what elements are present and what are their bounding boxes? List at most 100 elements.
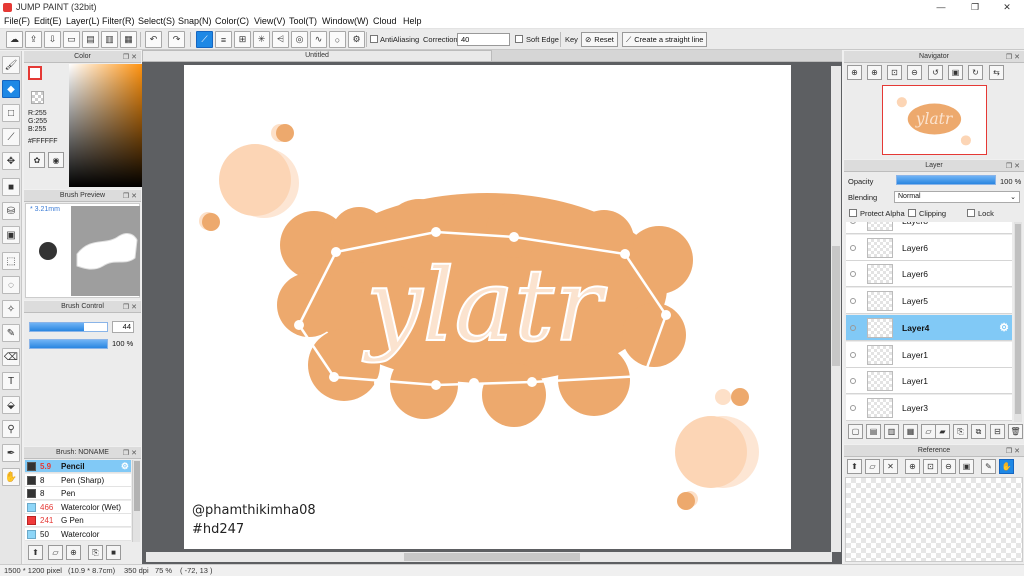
maximize-button[interactable]: ❐: [960, 1, 990, 14]
horizontal-scroll-thumb[interactable]: [404, 553, 580, 561]
menu-tool[interactable]: Tool(T): [289, 16, 317, 26]
color-picker-icon[interactable]: ◉: [48, 152, 64, 168]
layer-row[interactable]: Layer5: [846, 288, 1012, 315]
visibility-icon[interactable]: [850, 351, 856, 358]
brush-size-input[interactable]: 44: [112, 321, 134, 333]
layer-row[interactable]: Layer1: [846, 368, 1012, 395]
brush-item[interactable]: 241 G Pen: [25, 514, 131, 527]
bucket-select-tool-icon[interactable]: ⬙: [2, 396, 20, 414]
reference-fit-icon[interactable]: ▣: [959, 459, 974, 474]
new-layer-icon[interactable]: ▢: [848, 424, 863, 439]
redo-icon[interactable]: ↷: [168, 31, 185, 48]
brush-folder-icon[interactable]: ▱: [48, 545, 63, 560]
brush-size-slider[interactable]: [29, 322, 108, 332]
snap-off-icon[interactable]: ⟋: [196, 31, 213, 48]
hand-tool-icon[interactable]: ✋: [2, 468, 20, 486]
brush-copy-icon[interactable]: ⎘: [88, 545, 103, 560]
select-pen-tool-icon[interactable]: ✎: [2, 324, 20, 342]
layer-row[interactable]: Layer6: [846, 261, 1012, 288]
foreground-color-swatch[interactable]: [28, 66, 42, 80]
select-eraser-tool-icon[interactable]: ⌫: [2, 348, 20, 366]
new-layer-8bit-icon[interactable]: ▤: [866, 424, 881, 439]
fit-window-icon[interactable]: ▣: [948, 65, 963, 80]
saturation-value-picker[interactable]: [69, 64, 147, 187]
menu-cloud[interactable]: Cloud: [373, 16, 397, 26]
merge-layer-icon[interactable]: ⧉: [971, 424, 986, 439]
perspective-snap-icon[interactable]: ⩤: [272, 31, 289, 48]
visibility-icon[interactable]: [850, 271, 856, 278]
zoom-in-icon[interactable]: ⊕: [867, 65, 882, 80]
brush-item[interactable]: 5.9 Pencil ⚙: [25, 460, 131, 473]
panel-window-icons[interactable]: ❐✕: [123, 448, 139, 459]
protect-alpha-checkbox[interactable]: [849, 209, 857, 217]
visibility-icon[interactable]: [850, 324, 856, 331]
select-rect-tool-icon[interactable]: ⬚: [2, 252, 20, 270]
straight-line-button[interactable]: ⟋ Create a straight line: [622, 32, 708, 47]
canvas-vertical-scrollbar[interactable]: [831, 66, 841, 552]
clipping-checkbox[interactable]: [908, 209, 916, 217]
grid-snap-icon[interactable]: ⊞: [234, 31, 251, 48]
panel-window-icons[interactable]: ❐✕: [123, 191, 139, 202]
menu-select[interactable]: Select(S): [138, 16, 175, 26]
menu-file[interactable]: File(F): [4, 16, 30, 26]
layer-row[interactable]: Layer3: [846, 394, 1012, 421]
reference-close-icon[interactable]: ✕: [883, 459, 898, 474]
vertical-scroll-thumb[interactable]: [832, 246, 840, 366]
rotate-right-icon[interactable]: ↻: [968, 65, 983, 80]
reference-eyedropper-icon[interactable]: ✎: [981, 459, 996, 474]
brush-item[interactable]: 8 Pen: [25, 487, 131, 500]
eraser-tool-icon[interactable]: ◆: [2, 80, 20, 98]
color-palette-icon[interactable]: ✿: [29, 152, 45, 168]
text-tool-icon[interactable]: T: [2, 372, 20, 390]
reference-zoom-in-icon[interactable]: ⊕: [905, 459, 920, 474]
concentric-snap-icon[interactable]: ◎: [291, 31, 308, 48]
minimize-button[interactable]: —: [926, 1, 956, 14]
canvas-horizontal-scrollbar[interactable]: [146, 552, 832, 562]
panel-window-icons[interactable]: ❐✕: [1006, 161, 1022, 172]
new-folder-dropdown-icon[interactable]: ▱: [921, 424, 936, 439]
brush-opacity-slider[interactable]: [29, 339, 108, 349]
navigator-thumbnail[interactable]: ylatr: [882, 85, 987, 155]
new-layer-1bit-icon[interactable]: ▥: [884, 424, 899, 439]
import-icon[interactable]: ⇩: [44, 31, 61, 48]
antialiasing-checkbox[interactable]: [370, 35, 378, 43]
menu-window[interactable]: Window(W): [322, 16, 369, 26]
export-icon[interactable]: ⇪: [25, 31, 42, 48]
circle-snap-icon[interactable]: ○: [329, 31, 346, 48]
layer-row[interactable]: Layer8: [846, 222, 1012, 234]
curve-snap-icon[interactable]: ∿: [310, 31, 327, 48]
comment-icon[interactable]: ▭: [63, 31, 80, 48]
clear-layer-icon[interactable]: ⊟: [990, 424, 1005, 439]
drawing-canvas[interactable]: ylatr: [184, 65, 791, 549]
brush-list-scroll-thumb[interactable]: [134, 461, 140, 511]
gradient-tool-icon[interactable]: ▣: [2, 226, 20, 244]
close-window-button[interactable]: ✕: [992, 1, 1022, 14]
snap-settings-icon[interactable]: ⚙: [348, 31, 365, 48]
layer-list-scroll-thumb[interactable]: [1015, 224, 1021, 414]
rectangle-tool-icon[interactable]: □: [2, 104, 20, 122]
duplicate-layer-icon[interactable]: ⎘: [953, 424, 968, 439]
new-halftone-layer-icon[interactable]: ▦: [903, 424, 918, 439]
layer-row[interactable]: Layer6: [846, 234, 1012, 261]
cloud-icon[interactable]: ☁: [6, 31, 23, 48]
soft-edge-checkbox[interactable]: [515, 35, 523, 43]
layer-opacity-slider[interactable]: [896, 175, 996, 185]
fill-rectangle-tool-icon[interactable]: ■: [2, 178, 20, 196]
line-tool-icon[interactable]: ⟋: [2, 128, 20, 146]
lasso-tool-icon[interactable]: ◌: [2, 276, 20, 294]
page-icon[interactable]: ▥: [101, 31, 118, 48]
bucket-tool-icon[interactable]: ⛁: [2, 202, 20, 220]
pen-tool-icon[interactable]: ✒: [2, 444, 20, 462]
document-icon[interactable]: ▤: [82, 31, 99, 48]
layer-row[interactable]: Layer1: [846, 341, 1012, 368]
zoom-fit-icon[interactable]: ⊕: [847, 65, 862, 80]
move-tool-icon[interactable]: ✥: [2, 152, 20, 170]
layer-list-scrollbar[interactable]: [1014, 222, 1022, 422]
menu-edit[interactable]: Edit(E): [34, 16, 62, 26]
reference-hand-icon[interactable]: ✋: [999, 459, 1014, 474]
menu-layer[interactable]: Layer(L): [66, 16, 100, 26]
brush-add-icon[interactable]: ⊕: [66, 545, 81, 560]
zoom-out-icon[interactable]: ⊖: [907, 65, 922, 80]
brush-download-icon[interactable]: ⬆: [28, 545, 43, 560]
visibility-icon[interactable]: [850, 378, 856, 385]
